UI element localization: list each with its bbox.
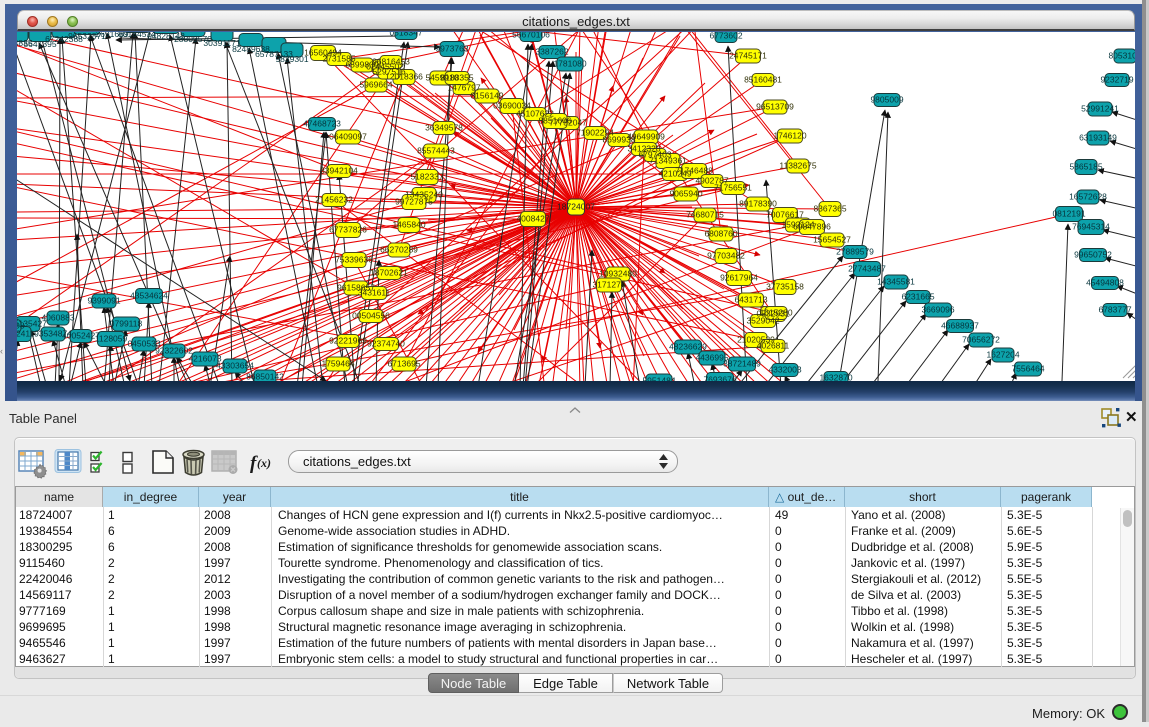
svg-text:7556464: 7556464 xyxy=(1011,364,1044,374)
svg-text:06409097: 06409097 xyxy=(329,132,367,142)
svg-text:0518347: 0518347 xyxy=(389,32,422,38)
svg-text:9232719: 9232719 xyxy=(1100,75,1133,85)
svg-text:1128059: 1128059 xyxy=(95,334,128,344)
svg-text:92322602: 92322602 xyxy=(155,346,193,356)
svg-text:45494808: 45494808 xyxy=(1086,278,1124,288)
svg-text:7693676: 7693676 xyxy=(703,375,736,382)
svg-text:92617964: 92617964 xyxy=(720,273,758,283)
svg-text:14345581: 14345581 xyxy=(877,277,915,287)
svg-text:48236629: 48236629 xyxy=(669,342,707,352)
svg-text:(x): (x) xyxy=(257,456,271,470)
svg-text:33942104: 33942104 xyxy=(320,166,358,176)
svg-text:5297516: 5297516 xyxy=(372,67,405,77)
svg-text:89178390: 89178390 xyxy=(739,199,777,209)
svg-text:47468723: 47468723 xyxy=(303,119,341,129)
svg-text:37735158: 37735158 xyxy=(766,282,804,292)
svg-text:9805009: 9805009 xyxy=(870,95,903,105)
svg-text:0799118: 0799118 xyxy=(110,319,143,329)
svg-text:1759464: 1759464 xyxy=(321,359,354,369)
svg-text:1465840: 1465840 xyxy=(392,220,425,230)
svg-text:21456232: 21456232 xyxy=(315,195,353,205)
svg-text:0812191: 0812191 xyxy=(1052,209,1085,219)
svg-text:67737826: 67737826 xyxy=(329,225,367,235)
svg-text:5969664: 5969664 xyxy=(359,80,392,90)
svg-text:96513709: 96513709 xyxy=(756,102,794,112)
svg-text:8188355: 8188355 xyxy=(440,73,473,83)
svg-text:9973763: 9973763 xyxy=(435,44,468,54)
svg-text:6713695: 6713695 xyxy=(387,359,420,369)
svg-text:3431611: 3431611 xyxy=(358,288,391,298)
svg-text:56670106: 56670106 xyxy=(512,32,550,40)
svg-text:86850142: 86850142 xyxy=(246,372,284,382)
svg-text:71746488: 71746488 xyxy=(675,166,713,176)
svg-text:3669096: 3669096 xyxy=(921,305,954,315)
svg-text:36349578: 36349578 xyxy=(425,123,463,133)
svg-text:18724007: 18724007 xyxy=(557,202,595,212)
svg-text:9655698: 9655698 xyxy=(17,321,25,331)
svg-text:3171274: 3171274 xyxy=(592,280,625,290)
svg-text:71349361: 71349361 xyxy=(649,156,687,166)
svg-text:69847896: 69847896 xyxy=(793,222,831,232)
svg-text:5865185: 5865185 xyxy=(1069,162,1102,172)
svg-text:71756551: 71756551 xyxy=(714,183,752,193)
svg-text:9065940: 9065940 xyxy=(669,189,702,199)
svg-text:27889579: 27889579 xyxy=(836,247,874,257)
svg-text:63193149: 63193149 xyxy=(1079,133,1117,143)
svg-text:1781080: 1781080 xyxy=(553,59,586,69)
svg-text:74680715: 74680715 xyxy=(686,210,724,220)
svg-text:66270289: 66270289 xyxy=(380,245,418,255)
svg-text:70656272: 70656272 xyxy=(962,335,1000,345)
svg-text:5182337: 5182337 xyxy=(410,172,443,182)
svg-text:1746120: 1746120 xyxy=(773,131,806,141)
svg-text:99727875: 99727875 xyxy=(395,197,433,207)
svg-text:85160481: 85160481 xyxy=(744,75,782,85)
svg-text:9399091: 9399091 xyxy=(87,296,120,306)
svg-text:00504556: 00504556 xyxy=(352,311,390,321)
svg-text:16572628: 16572628 xyxy=(1069,192,1107,202)
svg-text:3387262: 3387262 xyxy=(535,47,568,57)
svg-text:4060883: 4060883 xyxy=(41,313,74,323)
svg-text:43303654: 43303654 xyxy=(216,361,254,371)
svg-text:6808760: 6808760 xyxy=(704,229,737,239)
svg-text:92221969: 92221969 xyxy=(329,336,367,346)
svg-text:5951484: 5951484 xyxy=(642,376,675,382)
svg-text:97703482: 97703482 xyxy=(707,251,745,261)
svg-text:92374740: 92374740 xyxy=(367,339,405,349)
svg-text:8053100: 8053100 xyxy=(1108,51,1135,61)
svg-text:46688937: 46688937 xyxy=(941,321,979,331)
svg-text:1632870: 1632870 xyxy=(819,373,852,382)
svg-text:8156149: 8156149 xyxy=(470,91,503,101)
svg-text:10932480: 10932480 xyxy=(599,269,637,279)
svg-text:24745171: 24745171 xyxy=(729,51,767,61)
svg-text:99650752: 99650752 xyxy=(1074,250,1112,260)
svg-text:85574443: 85574443 xyxy=(417,146,455,156)
svg-text:6231665: 6231665 xyxy=(901,292,934,302)
svg-text:6773602: 6773602 xyxy=(709,32,742,41)
svg-text:18702621: 18702621 xyxy=(370,268,408,278)
svg-text:49649909: 49649909 xyxy=(627,132,665,142)
svg-text:1615280: 1615280 xyxy=(759,308,792,318)
svg-text:27743487: 27743487 xyxy=(848,264,886,274)
svg-text:76945314: 76945314 xyxy=(1072,222,1110,232)
svg-text:96816453: 96816453 xyxy=(372,57,410,67)
svg-text:6783777: 6783777 xyxy=(1098,305,1131,315)
svg-text:4332003: 4332003 xyxy=(768,365,801,375)
svg-text:1627204: 1627204 xyxy=(986,350,1019,360)
svg-text:4008427: 4008427 xyxy=(516,214,549,224)
svg-text:75339636: 75339636 xyxy=(335,255,373,265)
svg-text:52991241: 52991241 xyxy=(1081,104,1119,114)
svg-text:70076617: 70076617 xyxy=(766,210,804,220)
svg-text:38721489: 38721489 xyxy=(723,359,761,369)
svg-text:6431713: 6431713 xyxy=(734,295,767,305)
svg-text:8367365: 8367365 xyxy=(813,204,846,214)
svg-text:8851606: 8851606 xyxy=(538,116,571,126)
svg-text:4026811: 4026811 xyxy=(757,341,790,351)
svg-text:15654527: 15654527 xyxy=(813,235,851,245)
svg-text:43534624: 43534624 xyxy=(130,291,168,301)
svg-text:11382675: 11382675 xyxy=(779,161,816,171)
